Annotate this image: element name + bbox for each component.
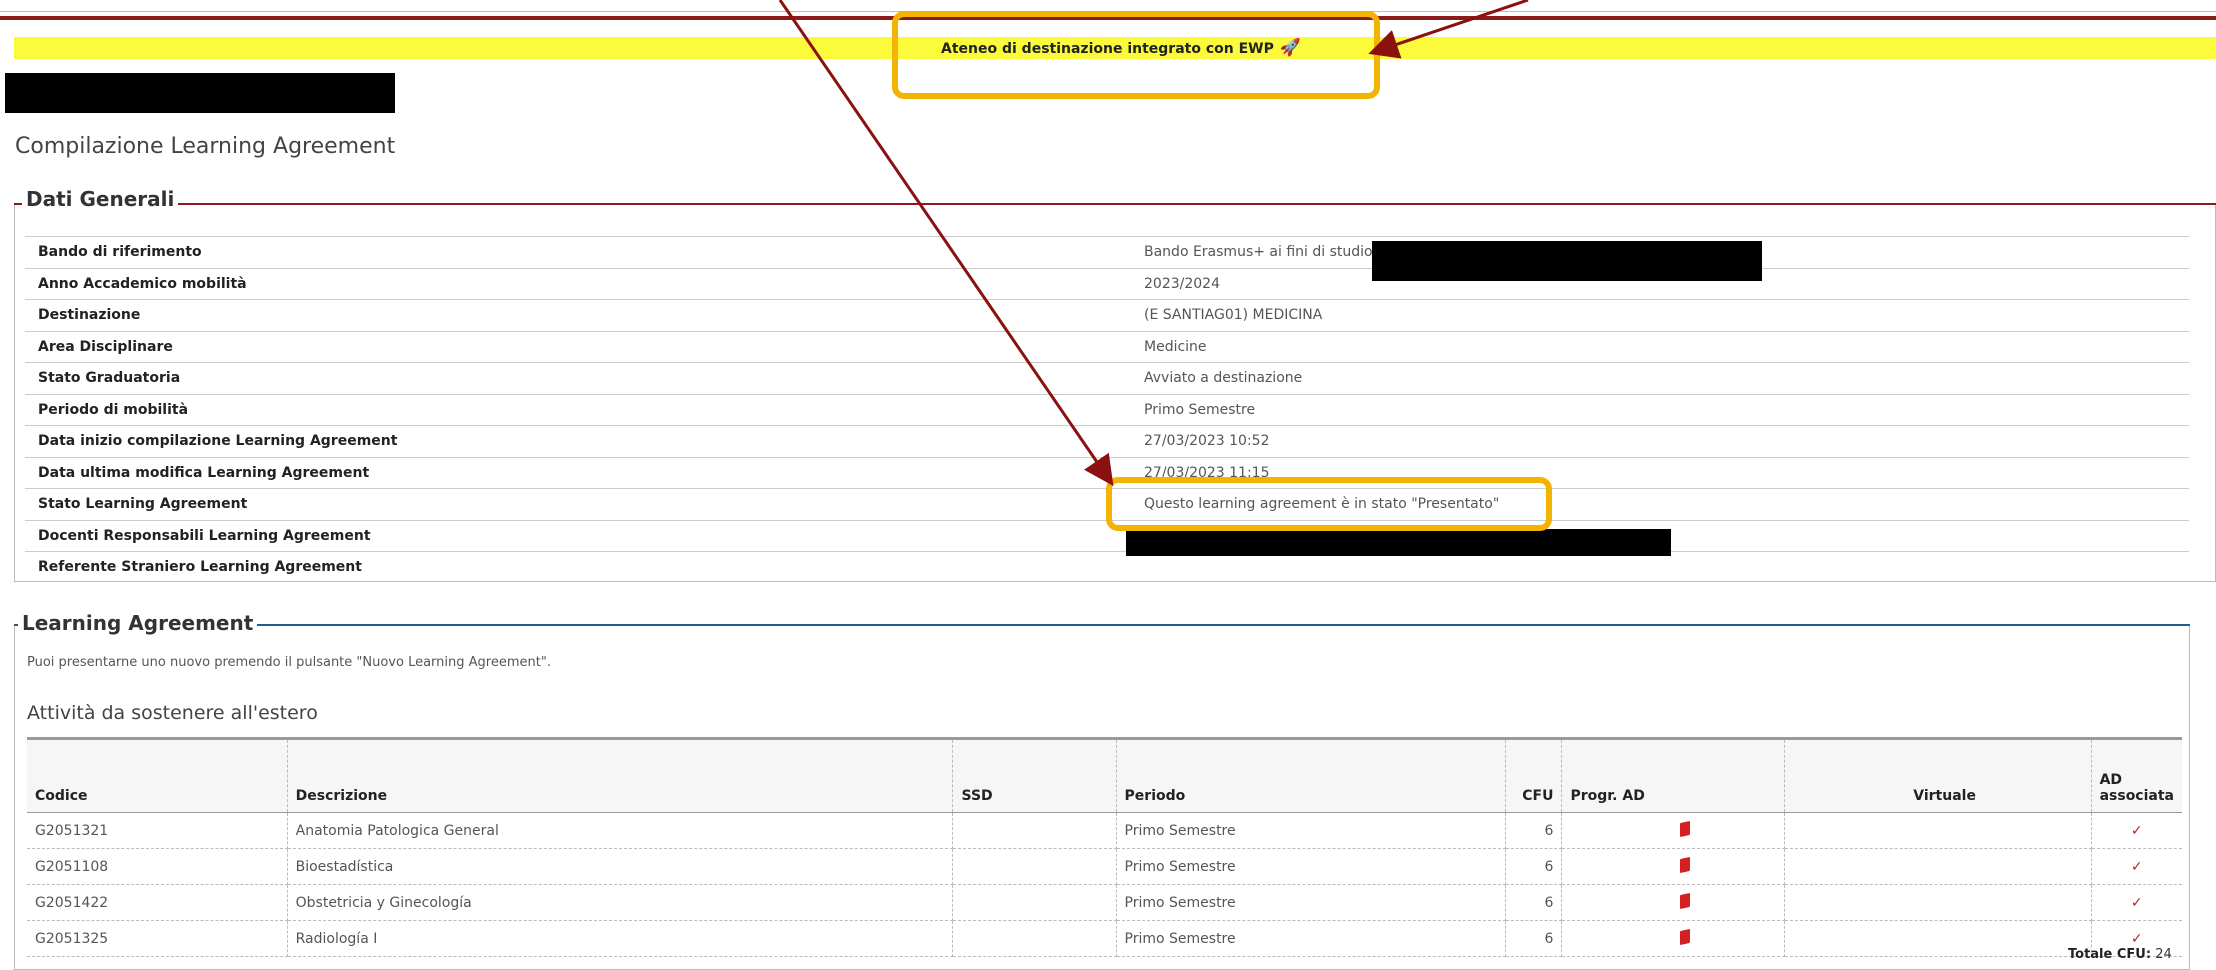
arrow-to-stato <box>778 0 1114 486</box>
arrow-to-banner <box>1368 0 1529 59</box>
annotation-arrows <box>778 0 1529 486</box>
